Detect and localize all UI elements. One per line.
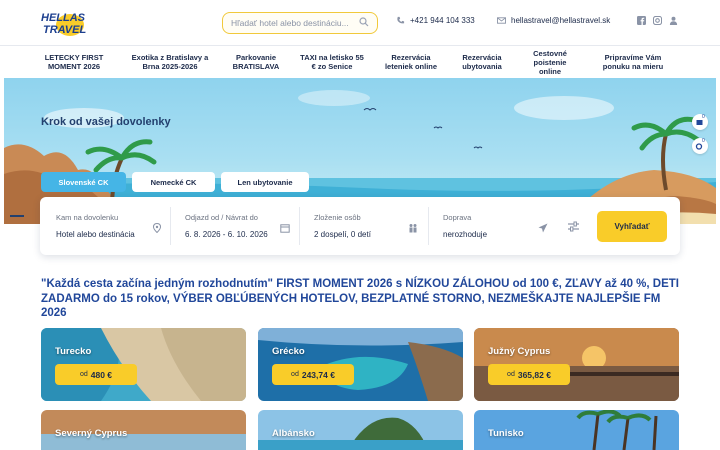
- destination-name: Tunisko: [488, 428, 524, 439]
- dates-field[interactable]: Odjazd od / Návrat do 6. 8. 2026 - 6. 10…: [169, 197, 299, 255]
- facebook-icon[interactable]: [637, 16, 646, 25]
- user-icon[interactable]: [669, 16, 678, 25]
- search-icon[interactable]: [359, 17, 369, 27]
- top-header: HELLAS TRAVEL +421 944 104 333 hellastra…: [0, 0, 720, 46]
- saved-hotels-button[interactable]: 0: [692, 114, 708, 130]
- mail-icon: [497, 17, 506, 24]
- destination-field[interactable]: Kam na dovolenku Hotel alebo destinácia: [40, 197, 170, 255]
- persons-field[interactable]: Zloženie osôb 2 dospelí, 0 detí: [298, 197, 428, 255]
- email-address: hellastravel@hellastravel.sk: [511, 16, 611, 25]
- nav-item-exotika[interactable]: Exotika z Bratislavy a Brna 2025-2026: [124, 46, 216, 78]
- svg-text:TRAVEL: TRAVEL: [43, 24, 86, 36]
- destination-card-juzny-cyprus[interactable]: Južný Cyprus od 365,82 €: [474, 328, 679, 401]
- svg-text:HELLAS: HELLAS: [41, 12, 86, 24]
- calendar-icon: [280, 224, 290, 233]
- persons-value: 2 dospelí, 0 detí: [314, 230, 371, 239]
- phone-icon: [397, 16, 405, 24]
- phone-number: +421 944 104 333: [410, 16, 475, 25]
- nav-item-letecky-first-moment[interactable]: LETECKY FIRST MOMENT 2026: [36, 46, 112, 78]
- destination-value: Hotel alebo destinácia: [56, 230, 135, 239]
- holiday-search-form: Kam na dovolenku Hotel alebo destinácia …: [40, 197, 680, 255]
- transport-label: Doprava: [443, 213, 472, 222]
- main-navigation: LETECKY FIRST MOMENT 2026 Exotika z Brat…: [36, 46, 676, 78]
- email-contact[interactable]: hellastravel@hellastravel.sk: [497, 16, 610, 25]
- hero-title: Krok od vašej dovolenky: [41, 116, 171, 128]
- destination-card-turecko[interactable]: Turecko od 480 €: [41, 328, 246, 401]
- dates-value: 6. 8. 2026 - 6. 10. 2026: [185, 230, 268, 239]
- destination-price-badge[interactable]: od 480 €: [55, 364, 137, 385]
- tab-len-ubytovanie[interactable]: Len ubytovanie: [221, 172, 309, 192]
- transport-value: nerozhoduje: [443, 230, 488, 239]
- nav-item-cestovne-poistenie[interactable]: Cestovné poistenie online: [524, 46, 576, 78]
- phone-contact[interactable]: +421 944 104 333: [396, 16, 475, 25]
- destination-name: Južný Cyprus: [488, 346, 551, 357]
- search-input[interactable]: [231, 16, 351, 30]
- dates-label: Odjazd od / Návrat do: [185, 213, 258, 222]
- nav-item-rezervacia-leteniek[interactable]: Rezervácia leteniek online: [382, 46, 440, 78]
- hellas-travel-logo[interactable]: HELLAS TRAVEL: [40, 8, 94, 38]
- airplane-icon: [538, 223, 548, 233]
- nav-item-parkovanie[interactable]: Parkovanie BRATISLAVA: [228, 46, 284, 78]
- transport-field[interactable]: Doprava nerozhoduje: [427, 197, 555, 255]
- destination-name: Albánsko: [272, 428, 315, 439]
- destination-name: Severný Cyprus: [55, 428, 128, 439]
- nav-item-rezervacia-ubytovania[interactable]: Rezervácia ubytovania: [454, 46, 510, 78]
- nav-item-taxi[interactable]: TAXI na letisko 55 € zo Senice: [298, 46, 366, 78]
- people-icon: [409, 224, 417, 233]
- slider-indicator[interactable]: [10, 215, 24, 217]
- location-pin-icon: [152, 223, 162, 233]
- saved-hotels-count: 0: [702, 114, 705, 120]
- destination-card-tunisko[interactable]: Tunisko: [474, 410, 679, 450]
- tab-nemecke-ck[interactable]: Nemecké CK: [132, 172, 215, 192]
- site-search[interactable]: [222, 12, 378, 34]
- destination-card-albansko[interactable]: Albánsko: [258, 410, 463, 450]
- destination-price-badge[interactable]: od 243,74 €: [272, 364, 354, 385]
- destination-price-badge[interactable]: od 365,82 €: [488, 364, 570, 385]
- instagram-icon[interactable]: [653, 16, 662, 25]
- destination-card-grecko[interactable]: Grécko od 243,74 €: [258, 328, 463, 401]
- saved-tours-count: 0: [702, 138, 705, 144]
- destination-card-severny-cyprus[interactable]: Severný Cyprus: [41, 410, 246, 450]
- destination-name: Grécko: [272, 346, 305, 357]
- promo-headline: "Každá cesta začína jedným rozhodnutím" …: [41, 278, 679, 319]
- destination-name: Turecko: [55, 346, 92, 357]
- filter-icon[interactable]: [568, 221, 579, 232]
- tab-slovenske-ck[interactable]: Slovenské CK: [41, 172, 126, 192]
- persons-label: Zloženie osôb: [314, 213, 361, 222]
- saved-tours-button[interactable]: 0: [692, 138, 708, 154]
- destination-label: Kam na dovolenku: [56, 213, 119, 222]
- nav-item-ponuka-na-mieru[interactable]: Pripravíme Vám ponuku na mieru: [594, 46, 672, 78]
- search-submit-button[interactable]: Vyhľadať: [597, 211, 667, 242]
